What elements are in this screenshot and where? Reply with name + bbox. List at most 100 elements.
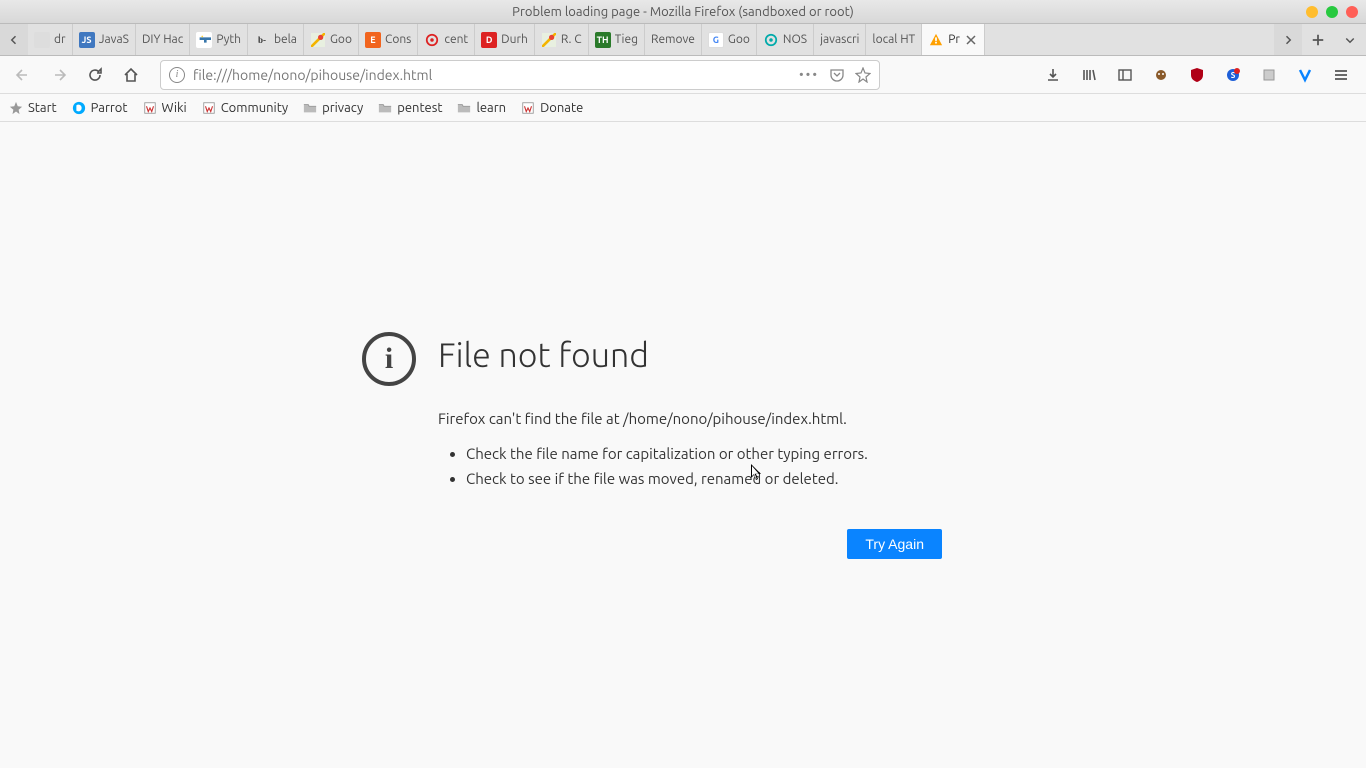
sidebar-button[interactable] bbox=[1114, 64, 1136, 86]
library-icon bbox=[1081, 67, 1097, 83]
error-description: Firefox can't find the file at /home/non… bbox=[438, 410, 942, 427]
bookmark-item[interactable]: pentest bbox=[377, 100, 442, 116]
tab-scroll-right[interactable] bbox=[1274, 24, 1302, 55]
library-button[interactable] bbox=[1078, 64, 1100, 86]
tab[interactable]: NOS bbox=[757, 24, 814, 55]
tab[interactable]: b-bela bbox=[248, 24, 304, 55]
url-text: file:///home/nono/pihouse/index.html bbox=[193, 67, 791, 83]
tab[interactable]: THTieg bbox=[589, 24, 645, 55]
tab[interactable]: R. C bbox=[535, 24, 589, 55]
error-suggestion: Check the file name for capitalization o… bbox=[466, 445, 942, 462]
tab-label: local HT bbox=[872, 33, 915, 46]
tab-favicon-icon bbox=[541, 32, 557, 48]
extension-noscript-icon[interactable]: S bbox=[1222, 64, 1244, 86]
tab[interactable]: D Durh bbox=[475, 24, 535, 55]
new-tab-button[interactable] bbox=[1302, 24, 1334, 55]
wiki-icon bbox=[520, 100, 536, 116]
tab-favicon-icon: b- bbox=[254, 32, 270, 48]
extension-privacy-icon[interactable] bbox=[1258, 64, 1280, 86]
bookmark-item[interactable]: Donate bbox=[520, 100, 583, 116]
tab[interactable]: local HT bbox=[866, 24, 922, 55]
s-badge-icon: S bbox=[1225, 67, 1241, 83]
error-suggestion: Check to see if the file was moved, rena… bbox=[466, 470, 942, 487]
box-icon bbox=[1261, 67, 1277, 83]
minimize-button[interactable] bbox=[1306, 6, 1318, 18]
home-button[interactable] bbox=[116, 60, 146, 90]
tab-label: Pyth bbox=[216, 33, 241, 46]
bookmark-label: Community bbox=[221, 101, 288, 115]
monkey-icon bbox=[1153, 67, 1169, 83]
menu-button[interactable] bbox=[1330, 64, 1352, 86]
bookmarks-toolbar: Start Parrot Wiki Community privacy pentest le… bbox=[0, 94, 1366, 122]
bookmark-item[interactable]: privacy bbox=[302, 100, 363, 116]
tab[interactable]: javascri bbox=[814, 24, 866, 55]
tab-favicon-icon bbox=[310, 32, 326, 48]
tab-favicon-icon: D bbox=[481, 32, 497, 48]
tab-favicon-icon: E bbox=[365, 32, 381, 48]
tab-overflow-button[interactable] bbox=[1334, 24, 1366, 55]
forward-button[interactable] bbox=[44, 60, 74, 90]
bookmark-item[interactable]: Wiki bbox=[142, 100, 187, 116]
parrot-icon bbox=[71, 100, 87, 116]
tab[interactable]: Goo bbox=[304, 24, 359, 55]
tab[interactable]: JSJavaS bbox=[73, 24, 136, 55]
tab-label: Tieg bbox=[615, 33, 638, 46]
tab-label: Goo bbox=[330, 33, 352, 46]
close-button[interactable] bbox=[1346, 6, 1358, 18]
tab-label: Pr bbox=[948, 33, 960, 46]
tab[interactable]: E Cons bbox=[359, 24, 418, 55]
back-button[interactable] bbox=[8, 60, 38, 90]
tab-label: Durh bbox=[501, 33, 528, 46]
error-title: File not found bbox=[438, 336, 942, 374]
bookmark-label: Donate bbox=[540, 101, 583, 115]
extension-v-icon[interactable] bbox=[1294, 64, 1316, 86]
page-actions-icon[interactable]: ••• bbox=[799, 68, 819, 82]
extension-ublock-icon[interactable] bbox=[1186, 64, 1208, 86]
home-icon bbox=[123, 67, 139, 83]
bookmark-label: pentest bbox=[397, 101, 442, 115]
tab[interactable]: dr bbox=[28, 24, 73, 55]
error-suggestions: Check the file name for capitalization o… bbox=[466, 445, 942, 487]
tab-favicon-icon bbox=[34, 32, 50, 48]
toolbar-right: S bbox=[1042, 64, 1358, 86]
tab-bar: drJSJavaSDIY Hac Pyth b-bela Goo E Cons cent DD… bbox=[0, 24, 1366, 56]
downloads-button[interactable] bbox=[1042, 64, 1064, 86]
bookmark-label: Start bbox=[28, 101, 57, 115]
tab-scroll-left[interactable] bbox=[0, 24, 28, 55]
extension-greasemonkey-icon[interactable] bbox=[1150, 64, 1172, 86]
page-info-icon[interactable]: i bbox=[169, 67, 185, 83]
bookmark-star-icon[interactable] bbox=[855, 67, 871, 83]
arrow-right-icon bbox=[51, 67, 67, 83]
try-again-button[interactable]: Try Again bbox=[847, 529, 942, 559]
pocket-icon[interactable] bbox=[829, 67, 845, 83]
tab[interactable]: Pyth bbox=[190, 24, 248, 55]
bookmark-item[interactable]: Parrot bbox=[71, 100, 128, 116]
tab-label: JavaS bbox=[99, 33, 129, 46]
bookmark-label: Parrot bbox=[91, 101, 128, 115]
tab-label: bela bbox=[274, 33, 297, 46]
star-icon bbox=[8, 100, 24, 116]
tab-favicon-icon bbox=[928, 32, 944, 48]
tab[interactable]: Remove bbox=[645, 24, 702, 55]
bookmark-item[interactable]: Start bbox=[8, 100, 57, 116]
v-icon bbox=[1297, 67, 1313, 83]
window-titlebar: Problem loading page - Mozilla Firefox (… bbox=[0, 0, 1366, 24]
maximize-button[interactable] bbox=[1326, 6, 1338, 18]
tab-label: Goo bbox=[728, 33, 750, 46]
tab[interactable]: cent bbox=[418, 24, 475, 55]
tab[interactable]: DIY Hac bbox=[136, 24, 190, 55]
url-bar[interactable]: i file:///home/nono/pihouse/index.html •… bbox=[160, 60, 880, 90]
urlbar-actions: ••• bbox=[799, 67, 871, 83]
tab-label: Cons bbox=[385, 33, 411, 46]
folder-icon bbox=[302, 100, 318, 116]
plus-icon bbox=[1311, 33, 1325, 47]
close-tab-icon[interactable] bbox=[964, 33, 978, 47]
tab-label: Remove bbox=[651, 33, 695, 46]
reload-button[interactable] bbox=[80, 60, 110, 90]
tab-favicon-icon bbox=[763, 32, 779, 48]
download-icon bbox=[1045, 67, 1061, 83]
bookmark-item[interactable]: learn bbox=[456, 100, 506, 116]
tab[interactable]: GGoo bbox=[702, 24, 757, 55]
tab[interactable]: Pr bbox=[922, 24, 985, 55]
bookmark-item[interactable]: Community bbox=[201, 100, 288, 116]
